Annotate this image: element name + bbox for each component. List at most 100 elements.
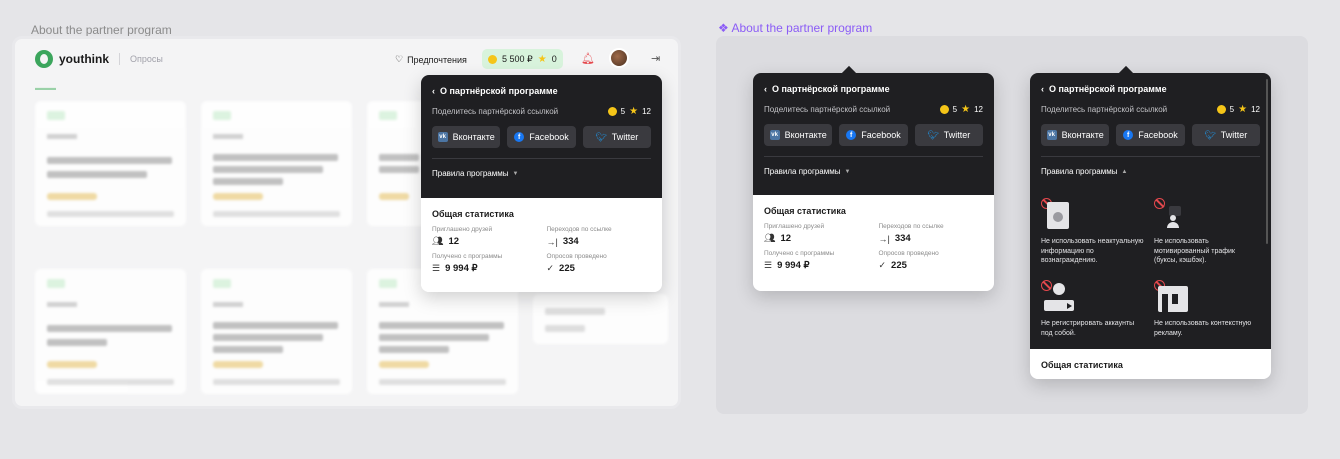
stat-label: Опросов проведено bbox=[546, 253, 607, 260]
rule-item: Не использовать мотивированный трафик (б… bbox=[1154, 198, 1259, 266]
share-buttons: vk Вконтакте f Facebook 🐦︎ Twitter bbox=[1041, 124, 1260, 146]
coins-value: 5 bbox=[952, 105, 958, 114]
twitter-label: Twitter bbox=[1220, 130, 1248, 140]
stat-label: Получено с программы bbox=[432, 253, 503, 260]
coin-icon bbox=[607, 107, 617, 116]
vk-share-button[interactable]: vk Вконтакте bbox=[432, 126, 501, 148]
facebook-share-button[interactable]: f Facebook bbox=[839, 124, 908, 146]
facebook-label: Facebook bbox=[861, 130, 901, 140]
stats-title: Общая статистика bbox=[432, 209, 514, 219]
logo-divider bbox=[119, 53, 120, 65]
twitter-icon: 🐦︎ bbox=[927, 129, 939, 140]
share-buttons: vk Вконтакте f Facebook 🐦︎ Twitter bbox=[764, 124, 983, 146]
facebook-share-button[interactable]: f Facebook bbox=[507, 126, 576, 148]
section-link[interactable]: Опросы bbox=[130, 54, 163, 64]
share-buttons: vk Вконтакте f Facebook 🐦︎ Twitter bbox=[432, 126, 651, 148]
ad-icon bbox=[1154, 280, 1259, 316]
vk-share-button[interactable]: vk Вконтакте bbox=[764, 124, 833, 146]
star-icon: ★ bbox=[961, 104, 971, 115]
rules-label: Правила программы bbox=[432, 169, 509, 178]
stars-value: 0 bbox=[551, 54, 557, 64]
scrollbar[interactable] bbox=[1266, 79, 1268, 244]
chevron-left-icon[interactable]: ‹ bbox=[1041, 84, 1044, 94]
frame-title-right: ❖ About the partner program bbox=[718, 21, 873, 35]
popover-title: О партнёрской программе bbox=[440, 86, 558, 96]
rule-text: Не использовать мотивированный трафик (б… bbox=[1154, 238, 1235, 264]
coins-value: 5 bbox=[1229, 105, 1235, 114]
vk-icon: vk bbox=[437, 132, 448, 142]
share-text: Поделитесь партнёрской ссылкой bbox=[432, 107, 559, 116]
stars-value: 12 bbox=[1251, 105, 1260, 114]
stat-label: Получено с программы bbox=[764, 250, 835, 257]
stars-value: 12 bbox=[642, 107, 651, 116]
chevron-down-icon: ▼ bbox=[844, 168, 851, 175]
facebook-icon: f bbox=[1123, 130, 1134, 140]
avatar[interactable] bbox=[609, 48, 629, 68]
chevron-up-icon: ▲ bbox=[1121, 168, 1128, 175]
rules-label: Правила программы bbox=[764, 167, 841, 176]
chevron-down-icon: ▼ bbox=[512, 170, 519, 177]
stat-surveys: Опросов проведено ✓ 225 bbox=[879, 250, 984, 271]
share-rewards: 5 ★ 12 bbox=[607, 106, 651, 117]
topbar: youthink Опросы ♡ Предпочтения 5 500 ₽ ★… bbox=[15, 39, 678, 79]
stat-surveys: Опросов проведено ✓ 225 bbox=[547, 253, 652, 274]
popover-header[interactable]: ‹ О партнёрской программе bbox=[764, 84, 983, 94]
rules-toggle[interactable]: Правила программы ▲ bbox=[1041, 167, 1260, 176]
share-text: Поделитесь партнёрской ссылкой bbox=[764, 105, 891, 114]
preferences-button[interactable]: ♡ Предпочтения bbox=[395, 54, 467, 65]
stat-earned: Получено с программы ☰ 9 994 ₽ bbox=[764, 250, 869, 271]
stat-value: 225 bbox=[891, 260, 907, 271]
partner-popover-expanded: ‹ О партнёрской программе Поделитесь парт… bbox=[1030, 65, 1271, 379]
rules-toggle[interactable]: Правила программы ▼ bbox=[764, 167, 983, 176]
stat-clicks: Переходов по ссылке →| 334 bbox=[879, 223, 984, 244]
rules-toggle[interactable]: Правила программы ▼ bbox=[432, 169, 651, 178]
share-row: Поделитесь партнёрской ссылкой 5 ★ 12 bbox=[764, 104, 983, 115]
divider bbox=[1041, 156, 1260, 157]
database-icon: ☰ bbox=[432, 263, 441, 273]
survey-card[interactable] bbox=[201, 101, 352, 226]
design-frame: ‹ О партнёрской программе Поделитесь парт… bbox=[716, 36, 1308, 414]
stats-section: Общая статистика bbox=[1030, 349, 1271, 379]
facebook-icon: f bbox=[514, 132, 525, 142]
logo[interactable]: youthink Опросы bbox=[35, 50, 163, 68]
twitter-share-button[interactable]: 🐦︎ Twitter bbox=[914, 124, 983, 146]
stat-clicks: Переходов по ссылке →| 334 bbox=[547, 226, 652, 247]
wallet-icon bbox=[488, 54, 497, 64]
balance-value: 5 500 ₽ bbox=[502, 53, 533, 64]
balance-badge[interactable]: 5 500 ₽ ★ 0 bbox=[482, 49, 563, 69]
stats-section: Общая статистика Приглашено друзей 👥︎ 12 П… bbox=[753, 195, 994, 291]
person-icon bbox=[1154, 198, 1259, 234]
stat-value: 9 994 ₽ bbox=[777, 260, 810, 271]
twitter-share-button[interactable]: 🐦︎ Twitter bbox=[582, 126, 651, 148]
stat-invited: Приглашено друзей 👥︎ 12 bbox=[764, 223, 869, 244]
side-widget bbox=[533, 294, 668, 344]
stats-title: Общая статистика bbox=[764, 206, 846, 216]
survey-card[interactable] bbox=[35, 101, 186, 226]
chevron-left-icon[interactable]: ‹ bbox=[764, 84, 767, 94]
frame-title-left: About the partner program bbox=[31, 23, 172, 37]
survey-card[interactable] bbox=[35, 269, 186, 394]
facebook-share-button[interactable]: f Facebook bbox=[1116, 124, 1185, 146]
facebook-label: Facebook bbox=[1138, 130, 1178, 140]
bell-icon[interactable]: 🔔︎ bbox=[581, 52, 595, 65]
vk-icon: vk bbox=[769, 130, 780, 140]
rules-label: Правила программы bbox=[1041, 167, 1118, 176]
popover-header[interactable]: ‹ О партнёрской программе bbox=[1041, 84, 1260, 94]
stat-value: 334 bbox=[562, 236, 579, 247]
logout-icon[interactable]: ⇥ bbox=[651, 52, 660, 65]
popover-dark-section: ‹ О партнёрской программе Поделитесь парт… bbox=[753, 73, 994, 195]
twitter-share-button[interactable]: 🐦︎ Twitter bbox=[1191, 124, 1260, 146]
stats-title: Общая статистика bbox=[1041, 360, 1123, 370]
star-icon: ★ bbox=[537, 53, 547, 65]
stats-grid: Приглашено друзей 👥︎ 12 Переходов по ссылк… bbox=[764, 223, 983, 271]
heart-icon: ♡ bbox=[395, 54, 404, 64]
survey-card[interactable] bbox=[201, 269, 352, 394]
vk-share-button[interactable]: vk Вконтакте bbox=[1041, 124, 1110, 146]
chevron-left-icon[interactable]: ‹ bbox=[432, 86, 435, 96]
facebook-label: Facebook bbox=[529, 132, 569, 142]
vk-label: Вконтакте bbox=[1061, 130, 1104, 140]
share-text: Поделитесь партнёрской ссылкой bbox=[1041, 105, 1168, 114]
popover-header[interactable]: ‹ О партнёрской программе bbox=[432, 86, 651, 96]
survey-card[interactable] bbox=[367, 101, 427, 226]
stat-value: 9 994 ₽ bbox=[445, 263, 478, 274]
